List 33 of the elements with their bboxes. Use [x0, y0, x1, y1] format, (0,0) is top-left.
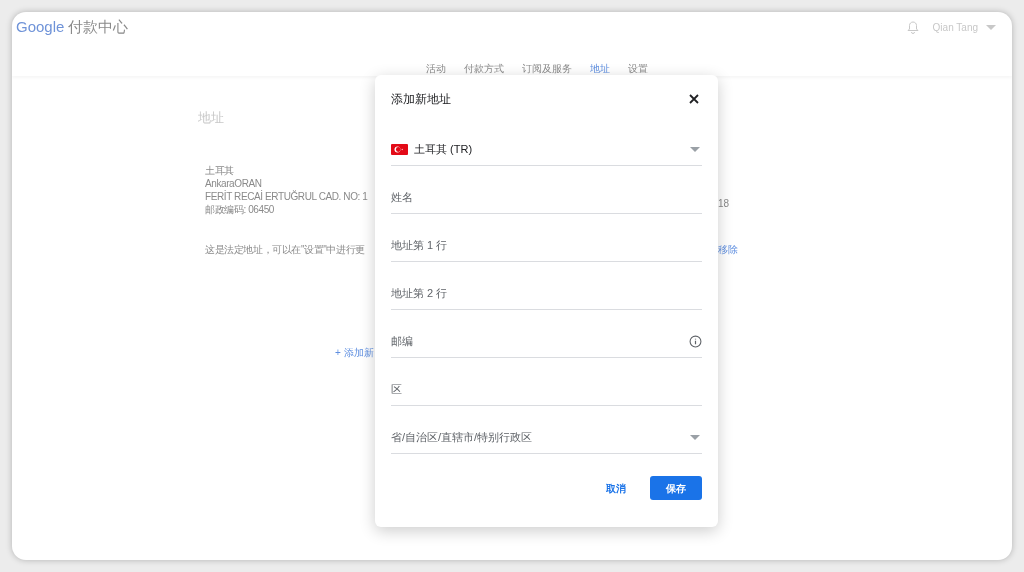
cancel-button[interactable]: 取消	[596, 476, 636, 500]
nav-tab[interactable]: 地址	[590, 64, 610, 74]
dropdown-caret-icon	[690, 435, 700, 440]
info-icon[interactable]	[689, 335, 702, 348]
text-field[interactable]: 区	[391, 381, 702, 398]
close-icon[interactable]	[689, 94, 699, 104]
add-address-link[interactable]: + 添加新	[335, 346, 374, 358]
nav-tab[interactable]: 活动	[426, 64, 446, 74]
address-line: 18	[718, 197, 730, 209]
nav-tab[interactable]: 订阅及服务	[522, 64, 572, 74]
address-line: FERİT RECAİ ERTUĞRUL CAD. NO: 1	[205, 189, 368, 203]
nav-tab[interactable]: 设置	[628, 64, 648, 74]
address-line: AnkaraORAN	[205, 176, 262, 190]
save-button[interactable]: 保存	[650, 476, 702, 500]
text-field[interactable]: 地址第 1 行	[391, 237, 702, 254]
dialog-title: 添加新地址	[391, 91, 451, 108]
address-line: 土耳其	[205, 163, 234, 177]
text-field[interactable]: 姓名	[391, 189, 702, 206]
text-field[interactable]: 地址第 2 行	[391, 285, 702, 302]
remove-link[interactable]: 移除	[718, 241, 738, 257]
country-select[interactable]: 土耳其 (TR)	[391, 118, 702, 166]
nav-tab[interactable]: 付款方式	[464, 64, 504, 74]
country-value: 土耳其 (TR)	[414, 142, 474, 158]
address-line: 邮政编码: 06450	[205, 202, 274, 216]
dropdown-caret-icon	[690, 147, 700, 152]
text-field[interactable]: 邮编	[391, 333, 689, 350]
province-select[interactable]: 省/自治区/直辖市/特别行政区	[391, 406, 702, 454]
dropdown-caret-icon	[986, 24, 996, 30]
select-placeholder: 省/自治区/直辖市/特别行政区	[391, 430, 534, 446]
flag-icon	[391, 144, 408, 155]
product-title: 付款中心	[68, 16, 129, 37]
address-note: 这是法定地址，可以在"设置"中进行更	[205, 242, 365, 257]
google-logo: Google	[16, 16, 65, 37]
